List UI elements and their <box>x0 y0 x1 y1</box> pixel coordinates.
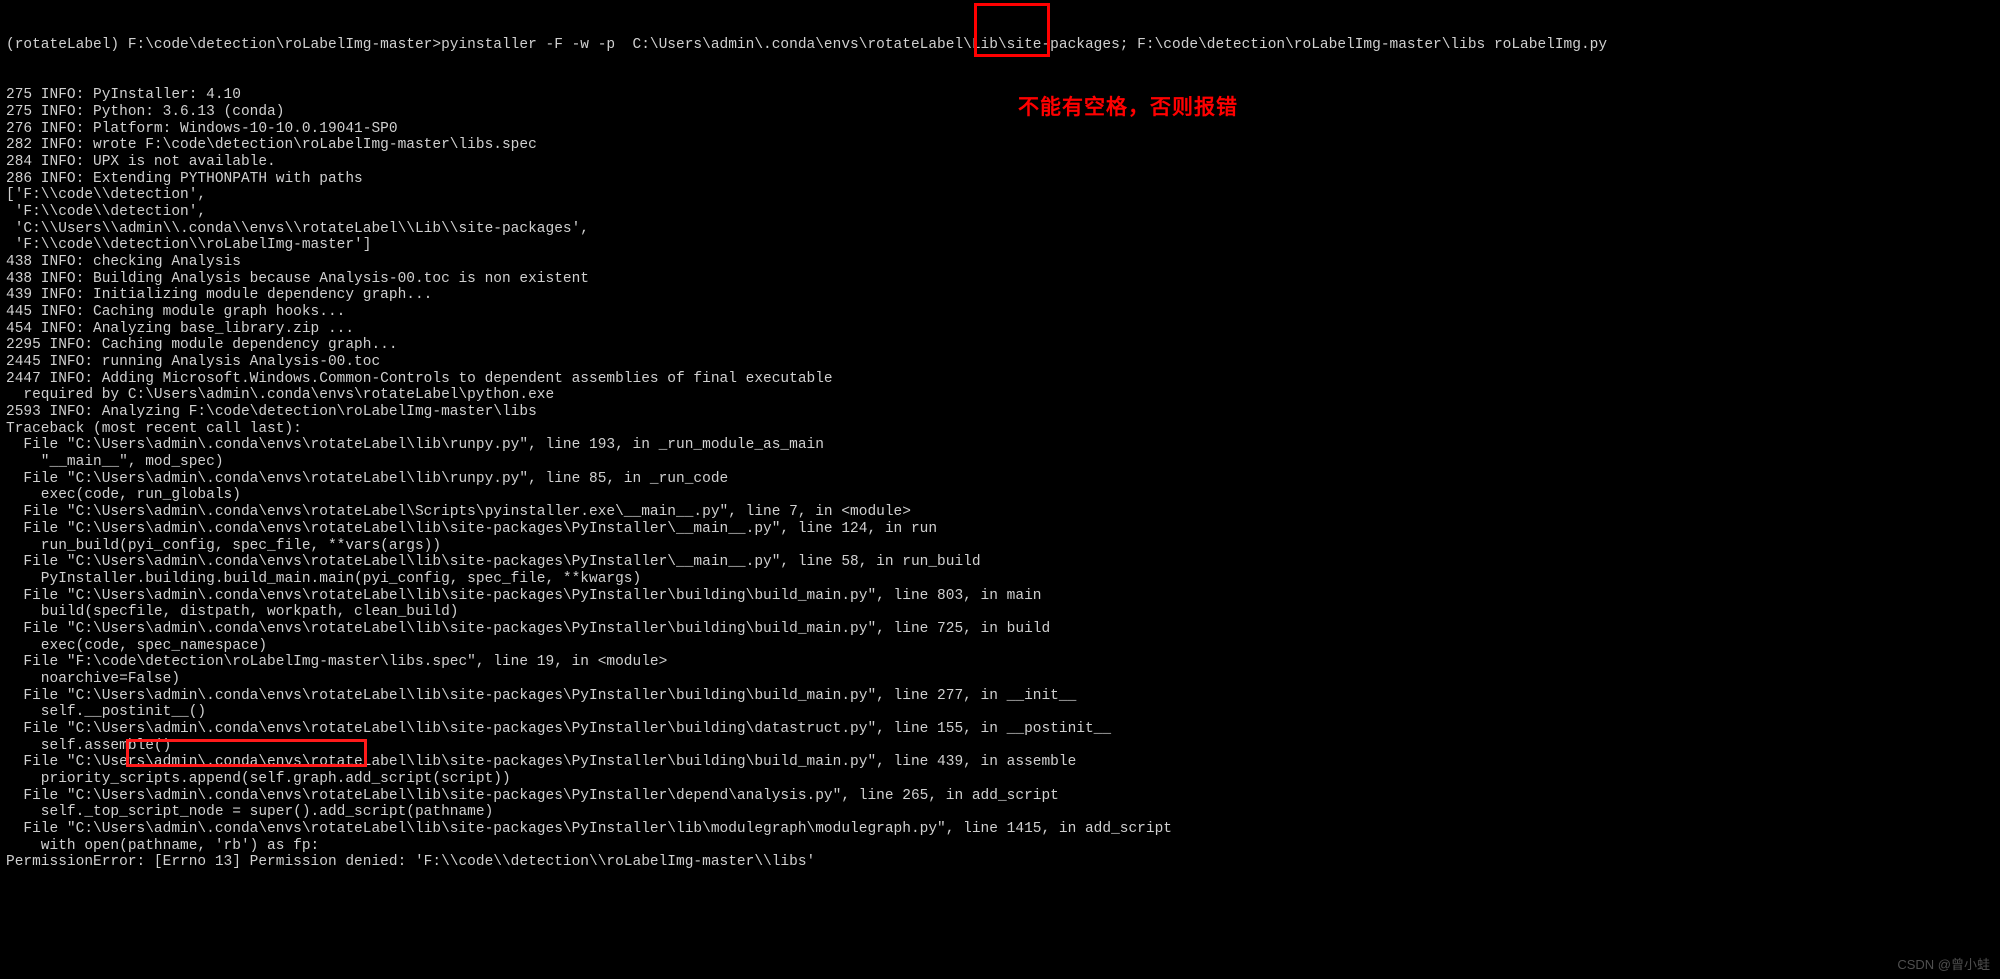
watermark: CSDN @曾小蛙 <box>1897 958 1990 973</box>
log-line: with open(pathname, 'rb') as fp: <box>6 838 1994 855</box>
log-line: PermissionError: [Errno 13] Permission d… <box>6 854 1994 871</box>
log-line: exec(code, spec_namespace) <box>6 638 1994 655</box>
log-line: 438 INFO: checking Analysis <box>6 254 1994 271</box>
log-line: File "C:\Users\admin\.conda\envs\rotateL… <box>6 554 1994 571</box>
log-line: required by C:\Users\admin\.conda\envs\r… <box>6 387 1994 404</box>
log-line: noarchive=False) <box>6 671 1994 688</box>
log-line: 284 INFO: UPX is not available. <box>6 154 1994 171</box>
log-line: build(specfile, distpath, workpath, clea… <box>6 604 1994 621</box>
log-line: File "F:\code\detection\roLabelImg-maste… <box>6 654 1994 671</box>
log-line: File "C:\Users\admin\.conda\envs\rotateL… <box>6 588 1994 605</box>
log-line: PyInstaller.building.build_main.main(pyi… <box>6 571 1994 588</box>
log-line: 275 INFO: PyInstaller: 4.10 <box>6 87 1994 104</box>
log-line: File "C:\Users\admin\.conda\envs\rotateL… <box>6 821 1994 838</box>
log-line: 'F:\\code\\detection\\roLabelImg-master'… <box>6 237 1994 254</box>
log-line: 438 INFO: Building Analysis because Anal… <box>6 271 1994 288</box>
log-line: File "C:\Users\admin\.conda\envs\rotateL… <box>6 621 1994 638</box>
log-line: 286 INFO: Extending PYTHONPATH with path… <box>6 171 1994 188</box>
command-prompt-line: (rotateLabel) F:\code\detection\roLabelI… <box>6 37 1994 54</box>
log-line: 445 INFO: Caching module graph hooks... <box>6 304 1994 321</box>
log-line: File "C:\Users\admin\.conda\envs\rotateL… <box>6 788 1994 805</box>
terminal-output[interactable]: (rotateLabel) F:\code\detection\roLabelI… <box>0 0 2000 958</box>
log-line: File "C:\Users\admin\.conda\envs\rotateL… <box>6 754 1994 771</box>
log-line: exec(code, run_globals) <box>6 487 1994 504</box>
log-line: 2445 INFO: running Analysis Analysis-00.… <box>6 354 1994 371</box>
log-line: File "C:\Users\admin\.conda\envs\rotateL… <box>6 688 1994 705</box>
log-line: 2447 INFO: Adding Microsoft.Windows.Comm… <box>6 371 1994 388</box>
log-line: 439 INFO: Initializing module dependency… <box>6 287 1994 304</box>
log-line: 275 INFO: Python: 3.6.13 (conda) <box>6 104 1994 121</box>
log-line: File "C:\Users\admin\.conda\envs\rotateL… <box>6 471 1994 488</box>
log-line: "__main__", mod_spec) <box>6 454 1994 471</box>
log-line: 'C:\\Users\\admin\\.conda\\envs\\rotateL… <box>6 221 1994 238</box>
log-line: 454 INFO: Analyzing base_library.zip ... <box>6 321 1994 338</box>
log-line: 'F:\\code\\detection', <box>6 204 1994 221</box>
log-line: self._top_script_node = super().add_scri… <box>6 804 1994 821</box>
log-line: priority_scripts.append(self.graph.add_s… <box>6 771 1994 788</box>
log-line: File "C:\Users\admin\.conda\envs\rotateL… <box>6 721 1994 738</box>
log-line: 282 INFO: wrote F:\code\detection\roLabe… <box>6 137 1994 154</box>
log-line: File "C:\Users\admin\.conda\envs\rotateL… <box>6 504 1994 521</box>
log-line: run_build(pyi_config, spec_file, **vars(… <box>6 538 1994 555</box>
log-line: ['F:\\code\\detection', <box>6 187 1994 204</box>
log-line: 2295 INFO: Caching module dependency gra… <box>6 337 1994 354</box>
log-line: 276 INFO: Platform: Windows-10-10.0.1904… <box>6 121 1994 138</box>
annotation-no-space: 不能有空格，否则报错 <box>1018 95 1238 119</box>
log-line: File "C:\Users\admin\.conda\envs\rotateL… <box>6 437 1994 454</box>
log-line: self.__postinit__() <box>6 704 1994 721</box>
log-line: self.assemble() <box>6 738 1994 755</box>
log-line: 2593 INFO: Analyzing F:\code\detection\r… <box>6 404 1994 421</box>
log-line: File "C:\Users\admin\.conda\envs\rotateL… <box>6 521 1994 538</box>
log-line: Traceback (most recent call last): <box>6 421 1994 438</box>
